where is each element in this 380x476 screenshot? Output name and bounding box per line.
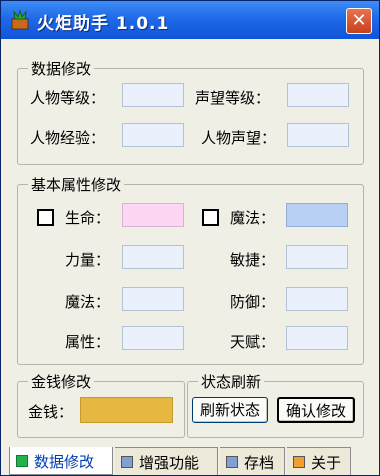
tab-enhance[interactable]: 增强功能 xyxy=(115,447,218,475)
blue-square-icon xyxy=(226,456,238,468)
plant-pot-icon xyxy=(11,9,29,30)
char-fame-input[interactable] xyxy=(287,123,349,147)
money-label: 金钱： xyxy=(28,403,74,421)
app-window: 火炬助手 1.0.1 ✕ 数据修改 人物等级： 声望等级： 人物经验： 人物声望… xyxy=(0,0,380,476)
tab-save-label: 存档 xyxy=(244,454,275,472)
window-title: 火炬助手 1.0.1 xyxy=(37,14,170,34)
money-group-title: 金钱修改 xyxy=(28,371,95,392)
char-fame-label: 人物声望： xyxy=(201,129,277,147)
confirm-changes-button[interactable]: 确认修改 xyxy=(277,397,355,423)
blue-square-icon xyxy=(121,456,133,468)
tab-about-label: 关于 xyxy=(311,454,342,472)
defense-input[interactable] xyxy=(286,287,348,311)
tab-data-edit-label: 数据修改 xyxy=(34,453,95,471)
magic-checkbox-label: 魔法： xyxy=(230,209,276,227)
green-square-icon xyxy=(16,455,28,467)
life-input[interactable] xyxy=(122,203,184,227)
talent-input[interactable] xyxy=(286,326,348,350)
strength-input[interactable] xyxy=(122,245,184,269)
tab-bar: 数据修改 增强功能 存档 关于 xyxy=(1,447,379,475)
strength-label: 力量： xyxy=(65,251,111,269)
talent-label: 天赋： xyxy=(230,333,276,351)
tab-about[interactable]: 关于 xyxy=(287,447,351,475)
fame-level-input[interactable] xyxy=(287,83,349,107)
magic-checkbox[interactable] xyxy=(202,209,219,226)
char-level-input[interactable] xyxy=(122,83,184,107)
orange-square-icon xyxy=(293,456,305,468)
refresh-status-button[interactable]: 刷新状态 xyxy=(192,397,268,423)
status-group-title: 状态刷新 xyxy=(198,371,265,392)
life-label: 生命： xyxy=(65,209,111,227)
attribute-input[interactable] xyxy=(122,326,184,350)
fame-level-label: 声望等级： xyxy=(195,89,271,107)
data-group-title: 数据修改 xyxy=(28,58,95,79)
attribute-label: 属性： xyxy=(65,333,111,351)
defense-label: 防御： xyxy=(230,293,276,311)
attr-group-title: 基本属性修改 xyxy=(28,174,125,195)
char-level-label: 人物等级： xyxy=(30,89,106,107)
tab-enhance-label: 增强功能 xyxy=(139,454,200,472)
agility-label: 敏捷： xyxy=(230,251,276,269)
magic-label: 魔法： xyxy=(65,293,111,311)
close-button[interactable]: ✕ xyxy=(346,8,372,34)
agility-input[interactable] xyxy=(286,245,348,269)
tab-data-edit[interactable]: 数据修改 xyxy=(9,447,113,475)
char-exp-label: 人物经验： xyxy=(30,129,106,147)
money-input[interactable] xyxy=(80,397,173,423)
magic-input[interactable] xyxy=(122,287,184,311)
magic-check-input[interactable] xyxy=(286,203,348,227)
char-exp-input[interactable] xyxy=(122,123,184,147)
tab-save[interactable]: 存档 xyxy=(220,447,285,475)
life-checkbox[interactable] xyxy=(37,209,54,226)
title-bar[interactable]: 火炬助手 1.0.1 ✕ xyxy=(1,1,379,39)
